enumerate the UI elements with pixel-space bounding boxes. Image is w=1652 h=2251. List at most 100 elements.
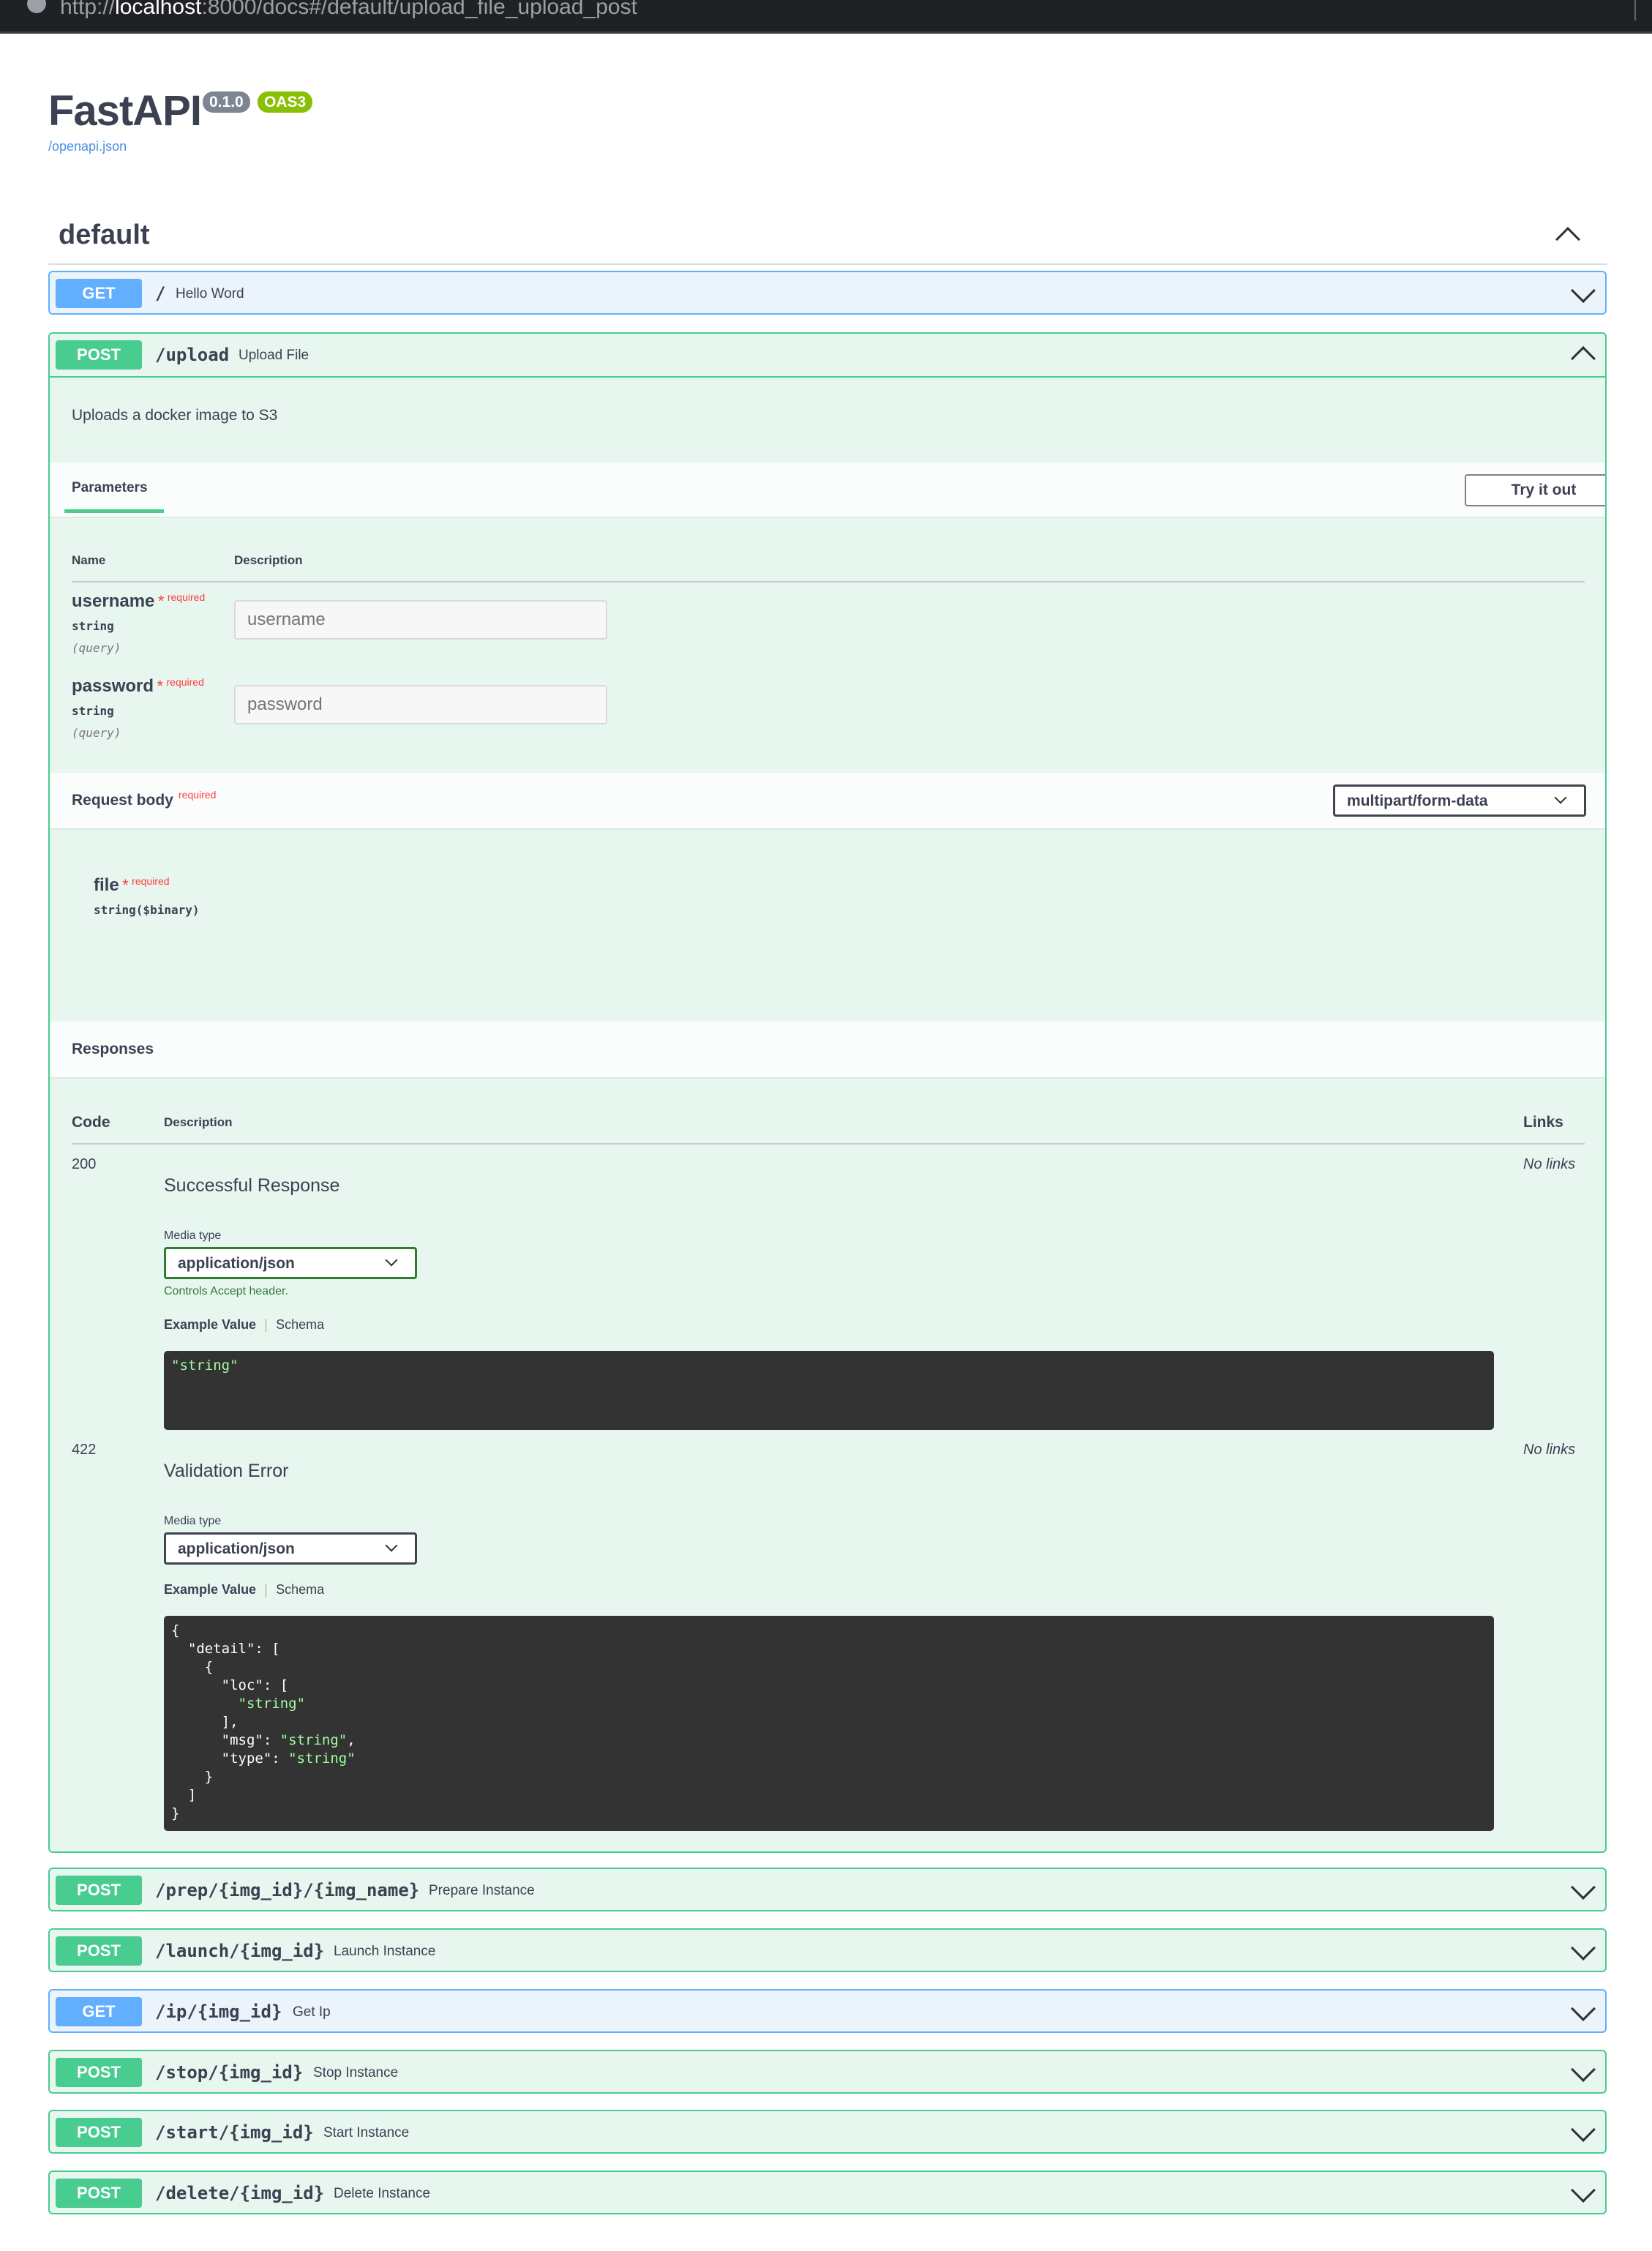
- tab-example-value[interactable]: Example Value: [164, 1317, 256, 1332]
- site-info-icon[interactable]: [27, 0, 46, 13]
- browser-url-bar[interactable]: http://localhost:8000/docs#/default/uplo…: [0, 0, 1652, 34]
- url-bar-shadow: [0, 31, 1652, 34]
- response-code-422: 422: [72, 1442, 97, 1458]
- code-line: "loc": [: [171, 1677, 289, 1693]
- operation-description: Uploads a docker image to S3: [72, 407, 278, 424]
- example-200-text: "string": [171, 1357, 239, 1374]
- operation-path: /start/{img_id}: [155, 2122, 314, 2143]
- col-name-header: Name: [72, 553, 106, 567]
- chevron-down-icon: [385, 1539, 398, 1552]
- code-line: {: [171, 1659, 214, 1675]
- oas-badge: OAS3: [258, 91, 313, 113]
- method-badge: POST: [56, 340, 142, 370]
- operation-post-stop[interactable]: POST /stop/{img_id} Stop Instance: [48, 2050, 1607, 2094]
- expand-chevron-icon[interactable]: [1571, 278, 1596, 303]
- code-line: {: [171, 1622, 180, 1638]
- password-input[interactable]: [234, 685, 607, 724]
- example-code-block: "string": [164, 1351, 1494, 1430]
- username-input[interactable]: [234, 600, 607, 640]
- url-text[interactable]: http://localhost:8000/docs#/default/uplo…: [60, 0, 637, 20]
- param-password: password * required: [72, 676, 204, 697]
- field-type: string($binary): [94, 903, 200, 917]
- try-it-out-button[interactable]: Try it out: [1465, 474, 1605, 506]
- operation-get-root[interactable]: GET / Hello Word: [48, 271, 1607, 315]
- param-name: username: [72, 591, 155, 611]
- operation-path: /delete/{img_id}: [155, 2183, 325, 2203]
- expand-chevron-icon[interactable]: [1571, 2057, 1596, 2082]
- expand-chevron-icon[interactable]: [1571, 1875, 1596, 1900]
- operation-post-launch[interactable]: POST /launch/{img_id} Launch Instance: [48, 1928, 1607, 1972]
- operation-header[interactable]: POST /upload Upload File: [50, 334, 1605, 378]
- expand-chevron-icon[interactable]: [1571, 2178, 1596, 2203]
- code-line: }: [171, 1769, 214, 1785]
- code-line: ]: [171, 1787, 197, 1803]
- page-title: FastAPI: [48, 87, 202, 135]
- media-type-select[interactable]: application/json: [164, 1532, 417, 1565]
- example-tabs: Example Value Schema: [164, 1317, 324, 1333]
- param-type: string: [72, 704, 114, 718]
- code-line: "msg": "string",: [171, 1732, 356, 1748]
- content-type-select[interactable]: multipart/form-data: [1333, 784, 1586, 817]
- media-type-label: Media type: [164, 1515, 222, 1527]
- col-links-header: Links: [1523, 1114, 1563, 1131]
- toolbar-divider: [1634, 0, 1636, 20]
- response-description: Successful Response: [164, 1175, 340, 1196]
- method-badge: POST: [56, 2058, 142, 2087]
- param-type: string: [72, 619, 114, 633]
- col-resp-description-header: Description: [164, 1115, 233, 1129]
- operation-post-start[interactable]: POST /start/{img_id} Start Instance: [48, 2110, 1607, 2154]
- param-username: username * required: [72, 591, 205, 612]
- required-star: *: [122, 876, 129, 894]
- operation-summary: Upload File: [239, 348, 309, 363]
- required-label: required: [132, 875, 170, 887]
- operation-path: /ip/{img_id}: [155, 2001, 282, 2022]
- media-type-select[interactable]: application/json: [164, 1247, 417, 1279]
- responses-header: Responses: [50, 1022, 1605, 1079]
- openapi-json-link[interactable]: /openapi.json: [48, 139, 127, 154]
- operation-summary: Launch Instance: [334, 1944, 436, 1959]
- code-line: "string": [171, 1696, 306, 1712]
- expand-chevron-icon[interactable]: [1571, 1996, 1596, 2021]
- field-name: file: [94, 875, 119, 895]
- code-line: }: [171, 1805, 180, 1821]
- response-code-200: 200: [72, 1156, 97, 1172]
- operation-post-upload: POST /upload Upload File Uploads a docke…: [48, 332, 1607, 1853]
- collapse-tag-chevron-icon[interactable]: [1555, 227, 1580, 252]
- content-type-value: multipart/form-data: [1347, 793, 1488, 809]
- col-code-header: Code: [72, 1114, 110, 1131]
- operation-get-ip[interactable]: GET /ip/{img_id} Get Ip: [48, 1989, 1607, 2033]
- tab-schema[interactable]: Schema: [276, 1582, 324, 1597]
- method-badge: POST: [56, 1876, 142, 1905]
- media-type-value: application/json: [178, 1255, 295, 1272]
- operation-post-prep[interactable]: POST /prep/{img_id}/{img_name} Prepare I…: [48, 1868, 1607, 1911]
- response-description: Validation Error: [164, 1461, 289, 1481]
- code-line: "detail": [: [171, 1641, 280, 1657]
- tag-title[interactable]: default: [59, 220, 150, 251]
- chevron-down-icon: [385, 1254, 398, 1267]
- form-field-file: file * required: [94, 875, 170, 896]
- expand-chevron-icon[interactable]: [1571, 2117, 1596, 2142]
- request-body-title: Request body: [72, 792, 173, 809]
- required-label: required: [166, 676, 204, 688]
- tab-parameters[interactable]: Parameters: [72, 480, 148, 496]
- response-links: No links: [1523, 1156, 1576, 1172]
- method-badge: GET: [56, 279, 142, 308]
- tab-schema[interactable]: Schema: [276, 1317, 324, 1332]
- required-star: *: [157, 677, 164, 695]
- responses-table-divider: [72, 1143, 1585, 1145]
- operation-summary: Hello Word: [176, 286, 244, 301]
- operation-post-delete[interactable]: POST /delete/{img_id} Delete Instance: [48, 2171, 1607, 2214]
- method-badge: POST: [56, 2179, 142, 2208]
- expand-chevron-icon[interactable]: [1571, 1936, 1596, 1960]
- controls-accept-text: Controls Accept header.: [164, 1285, 288, 1297]
- chevron-down-icon: [1554, 791, 1567, 804]
- example-tabs: Example Value Schema: [164, 1582, 324, 1598]
- operation-summary: Delete Instance: [334, 2186, 431, 2201]
- required-label: required: [179, 789, 217, 801]
- operation-summary: Stop Instance: [313, 2065, 399, 2080]
- parameters-header: Parameters Try it out: [50, 462, 1605, 518]
- collapse-chevron-icon[interactable]: [1571, 346, 1596, 371]
- operation-summary: Prepare Instance: [429, 1883, 535, 1898]
- tab-example-value[interactable]: Example Value: [164, 1582, 256, 1597]
- version-badge: 0.1.0: [203, 91, 250, 113]
